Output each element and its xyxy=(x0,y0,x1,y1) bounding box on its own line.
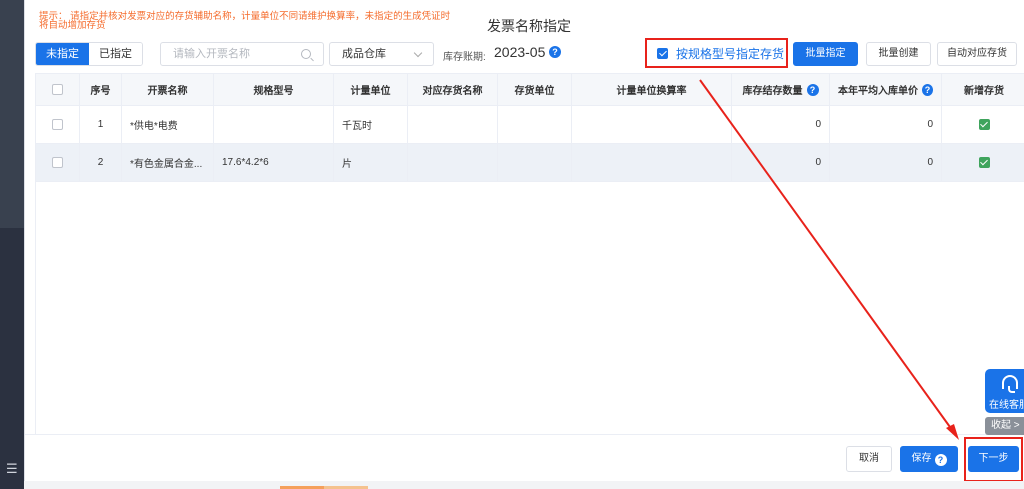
left-rail-upper xyxy=(0,0,24,228)
warehouse-select-value: 成品仓库 xyxy=(342,48,386,60)
select-all-cell xyxy=(36,74,80,105)
cell-stock-unit xyxy=(498,106,572,143)
col-stock-name: 对应存货名称 xyxy=(408,74,498,105)
row-select-cell xyxy=(36,106,80,143)
online-service-button[interactable]: 在线客服 xyxy=(985,369,1024,413)
warehouse-select[interactable]: 成品仓库 xyxy=(329,42,434,66)
cell-spec: 17.6*4.2*6 xyxy=(214,144,334,181)
chevron-down-icon xyxy=(413,48,423,58)
cell-stock-unit xyxy=(498,144,572,181)
batch-create-button[interactable]: 批量创建 xyxy=(866,42,931,66)
cell-conversion-rate[interactable] xyxy=(572,144,732,181)
col-conversion-rate: 计量单位换算率 xyxy=(572,74,732,105)
select-all-checkbox[interactable] xyxy=(52,84,63,95)
cell-stock-name[interactable] xyxy=(408,106,498,143)
tab-assigned[interactable]: 已指定 xyxy=(89,43,142,65)
avg-price-help-icon[interactable]: ? xyxy=(922,83,933,96)
tab-unassigned[interactable]: 未指定 xyxy=(36,43,89,65)
col-unit: 计量单位 xyxy=(334,74,408,105)
col-avg-price-wrap: 本年平均入库单价 ? xyxy=(830,74,942,105)
col-spec: 规格型号 xyxy=(214,74,334,105)
cell-index: 1 xyxy=(80,106,122,143)
spec-checkbox[interactable]: 按规格型号指定存货 xyxy=(657,45,784,61)
cell-invoice-name: *有色金属合金... xyxy=(122,144,214,181)
cell-new-stock xyxy=(942,144,1024,181)
search-box xyxy=(160,42,324,66)
bottom-strip xyxy=(24,481,1024,489)
online-service-label: 在线客服 xyxy=(989,400,1024,411)
search-icon[interactable] xyxy=(301,49,311,59)
cell-unit: 千瓦时 xyxy=(334,106,408,143)
new-stock-checkbox[interactable] xyxy=(978,119,990,130)
invoice-name-dialog: 提示： 请指定并核对发票对应的存货辅助名称，计量单位不同请维护换算率，未指定的生… xyxy=(24,0,1024,482)
table-row[interactable]: 2 *有色金属合金... 17.6*4.2*6 片 0 0 xyxy=(36,144,1024,182)
period-help-icon[interactable]: ? xyxy=(549,46,561,58)
save-button[interactable]: 保存? xyxy=(900,446,958,472)
col-index: 序号 xyxy=(80,74,122,105)
stock-qty-help-icon[interactable]: ? xyxy=(806,83,819,96)
cancel-button[interactable]: 取消 xyxy=(846,446,892,472)
headset-icon xyxy=(1002,375,1018,393)
col-stock-qty: 库存结存数量 xyxy=(742,86,803,97)
cell-stock-qty: 0 xyxy=(732,144,830,181)
col-invoice-name: 开票名称 xyxy=(122,74,214,105)
tip-text: 提示： 请指定并核对发票对应的存货辅助名称，计量单位不同请维护换算率，未指定的生… xyxy=(39,11,451,31)
menu-icon[interactable]: ☰ xyxy=(6,462,18,475)
new-stock-checkbox[interactable] xyxy=(978,157,990,168)
spec-checkbox-highlight: 按规格型号指定存货 xyxy=(645,38,788,68)
period-value: 2023-05 xyxy=(494,44,546,60)
assign-status-tabs: 未指定 已指定 xyxy=(35,42,143,66)
batch-assign-button[interactable]: 批量指定 xyxy=(793,42,858,66)
dialog-title: 发票名称指定 xyxy=(487,18,571,34)
dialog-footer: 取消 保存? 下一步 xyxy=(25,434,1024,482)
spec-checkbox-label[interactable]: 按规格型号指定存货 xyxy=(676,45,784,62)
toolbar: 未指定 已指定 成品仓库 库存账期: 2023-05 ? 按规格型号指定存货 批… xyxy=(35,38,1024,68)
next-button[interactable]: 下一步 xyxy=(968,446,1019,472)
cell-unit: 片 xyxy=(334,144,408,181)
row-select-cell xyxy=(36,144,80,181)
checkbox-checked-icon[interactable] xyxy=(657,47,668,59)
cell-index: 2 xyxy=(80,144,122,181)
save-help-icon[interactable]: ? xyxy=(934,454,947,466)
cell-conversion-rate[interactable] xyxy=(572,106,732,143)
table-header: 序号 开票名称 规格型号 计量单位 对应存货名称 存货单位 计量单位换算率 库存… xyxy=(36,74,1024,106)
cell-stock-qty: 0 xyxy=(732,106,830,143)
invoice-table: 序号 开票名称 规格型号 计量单位 对应存货名称 存货单位 计量单位换算率 库存… xyxy=(35,73,1024,434)
col-avg-price: 本年平均入库单价 xyxy=(838,86,918,97)
cell-avg-price: 0 xyxy=(830,106,942,143)
period-label: 库存账期: xyxy=(443,52,486,63)
row-checkbox[interactable] xyxy=(52,119,63,130)
cell-stock-name[interactable] xyxy=(408,144,498,181)
cell-spec xyxy=(214,106,334,143)
cell-invoice-name: *供电*电费 xyxy=(122,106,214,143)
cell-new-stock xyxy=(942,106,1024,143)
save-button-label: 保存 xyxy=(911,453,932,464)
col-new-stock: 新增存货 xyxy=(964,86,1004,97)
auto-match-button[interactable]: 自动对应存货 xyxy=(937,42,1017,66)
row-checkbox[interactable] xyxy=(52,157,63,168)
col-stock-unit: 存货单位 xyxy=(498,74,572,105)
collapse-button[interactable]: 收起 > xyxy=(985,417,1024,435)
col-stock-qty-wrap: 库存结存数量 ? xyxy=(732,74,830,105)
table-row[interactable]: 1 *供电*电费 千瓦时 0 0 xyxy=(36,106,1024,144)
cell-avg-price: 0 xyxy=(830,144,942,181)
search-input[interactable] xyxy=(173,43,303,65)
left-rail: ☰ xyxy=(0,0,24,489)
